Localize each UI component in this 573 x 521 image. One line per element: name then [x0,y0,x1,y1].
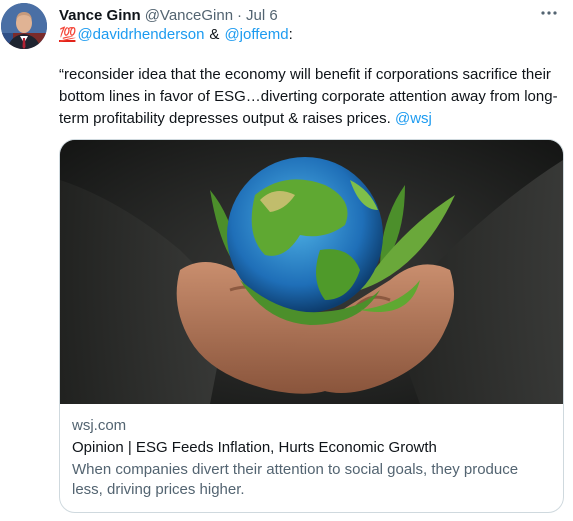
avatar[interactable] [1,3,47,49]
tweet-body-text: “reconsider idea that the economy will b… [59,66,558,127]
link-card[interactable]: wsj.com Opinion | ESG Feeds Inflation, H… [59,139,564,513]
separator-dot: · [237,6,243,24]
tweet[interactable]: Vance Ginn @VanceGinn · Jul 6 💯 @davidrh… [0,0,573,521]
hundred-points-icon: 💯 [59,26,76,42]
mention-link-wsj[interactable]: @wsj [395,110,432,127]
mention-link-joffemd[interactable]: @joffemd [224,26,288,43]
more-dots-icon[interactable] [539,6,559,20]
tweet-body: “reconsider idea that the economy will b… [59,64,564,130]
card-text[interactable]: wsj.com Opinion | ESG Feeds Inflation, H… [72,416,552,500]
card-image-globe-in-hands[interactable] [60,140,563,404]
card-title[interactable]: Opinion | ESG Feeds Inflation, Hurts Eco… [72,438,552,458]
display-name[interactable]: Vance Ginn [59,7,141,24]
card-domain: wsj.com [72,417,127,434]
ampersand-text: & [209,26,220,43]
tweet-header: Vance Ginn @VanceGinn · Jul 6 [59,4,278,26]
tweet-date[interactable]: Jul 6 [246,7,278,24]
mention-suffix: : [288,26,293,43]
mention-line: 💯 @davidrhenderson & @joffemd : [59,26,293,43]
mention-link-davidrhenderson[interactable]: @davidrhenderson [77,26,204,43]
card-description: When companies divert their attention to… [72,461,519,498]
user-handle[interactable]: @VanceGinn [145,7,233,24]
